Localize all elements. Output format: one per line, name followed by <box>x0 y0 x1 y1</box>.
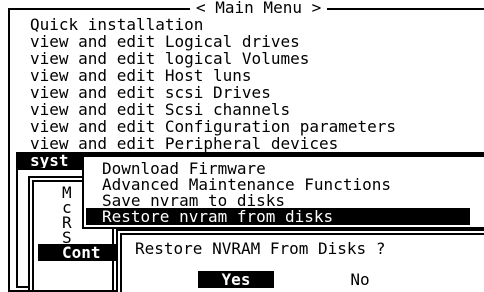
dialog-question: Restore NVRAM From Disks ? <box>135 239 386 258</box>
yes-button[interactable]: Yes <box>198 271 274 288</box>
menu-item-scsi-channels[interactable]: view and edit Scsi channels <box>30 101 290 118</box>
firmware-item-restore-nvram[interactable]: Restore nvram from disks <box>86 208 470 225</box>
menu-item-peripheral-devices[interactable]: view and edit Peripheral devices <box>30 135 338 152</box>
menu-item-configuration-parameters[interactable]: view and edit Configuration parameters <box>30 118 396 135</box>
menu-item-logical-volumes[interactable]: view and edit logical Volumes <box>30 50 309 67</box>
menu-item-quick-installation[interactable]: Quick installation <box>30 16 203 33</box>
main-menu-title: < Main Menu > <box>190 0 328 16</box>
system-submenu-item-selected[interactable]: Cont <box>38 244 116 261</box>
menu-item-logical-drives[interactable]: view and edit Logical drives <box>30 33 300 50</box>
no-button[interactable]: No <box>340 271 380 288</box>
menu-item-scsi-drives[interactable]: view and edit scsi Drives <box>30 84 271 101</box>
menu-item-host-luns[interactable]: view and edit Host luns <box>30 67 252 84</box>
